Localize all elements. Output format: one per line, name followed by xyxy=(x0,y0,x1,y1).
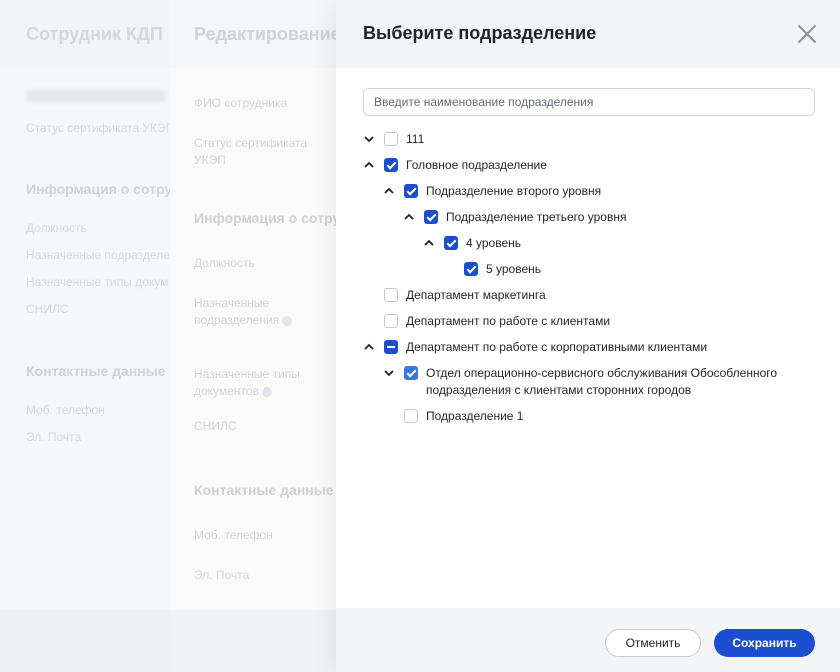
snils-label: СНИЛС xyxy=(26,302,69,316)
employee-card-title: Сотрудник КДП xyxy=(0,0,170,68)
tree-item-label: Подразделение второго уровня xyxy=(426,184,602,198)
tree-item-label: 5 уровень xyxy=(486,262,542,276)
chevron-up-icon[interactable] xyxy=(383,185,395,197)
tree-item-label: Головное подразделение xyxy=(406,158,547,172)
assigned-units-label: Назначенные подразделе xyxy=(26,248,170,262)
tree-checkbox[interactable] xyxy=(404,184,418,198)
tree-item[interactable]: Отдел операционно-сервисного обслуживани… xyxy=(383,363,806,399)
cert-status-label: Статус сертификата УКЭП xyxy=(194,136,308,167)
tree-item-label: Подразделение третьего уровня xyxy=(446,210,627,224)
chevron-up-icon[interactable] xyxy=(363,341,375,353)
tree-item[interactable]: Подразделение третьего уровня xyxy=(403,207,626,229)
tree-checkbox[interactable] xyxy=(404,409,418,423)
tree-item[interactable]: Департамент по работе с клиентами xyxy=(363,311,610,333)
tree-item[interactable]: 5 уровень xyxy=(443,259,541,281)
save-button[interactable]: Сохранить xyxy=(714,629,815,657)
position-label: Должность xyxy=(26,221,87,235)
tree-item[interactable]: 111 xyxy=(363,129,424,151)
tree-item[interactable]: Департамент маркетинга xyxy=(363,285,546,307)
position-label: Должность xyxy=(194,256,255,270)
contacts-section-heading: Контактные данные xyxy=(26,363,166,379)
tree-checkbox[interactable] xyxy=(424,210,438,224)
cancel-button[interactable]: Отменить xyxy=(605,629,701,657)
employee-card-footer xyxy=(0,610,170,672)
tree-checkbox[interactable] xyxy=(384,288,398,302)
modal-footer: Отменить Сохранить xyxy=(336,608,840,672)
tree-item[interactable]: 4 уровень xyxy=(423,233,521,255)
tree-item[interactable]: Подразделение 1 xyxy=(383,406,523,428)
tree-item-label: 111 xyxy=(406,132,425,146)
tree-item-label: Департамент по работе с клиентами xyxy=(406,314,611,328)
assigned-units-label: Назначенные подразделения xyxy=(194,295,294,329)
chevron-up-icon[interactable] xyxy=(363,159,375,171)
help-icon[interactable] xyxy=(282,315,293,326)
email-label: Эл. Почта xyxy=(194,568,250,582)
chevron-down-icon[interactable] xyxy=(383,367,395,379)
tree-item[interactable]: Подразделение второго уровня xyxy=(383,181,601,203)
chevron-up-icon[interactable] xyxy=(403,211,415,223)
assigned-doc-types-label: Назначенные типы докум xyxy=(26,275,169,289)
edit-form-footer xyxy=(170,610,340,672)
cert-status-label: Статус сертификата УКЭП xyxy=(26,121,175,135)
snils-label: СНИЛС xyxy=(194,419,237,433)
edit-form-panel: Редактирование ФИО сотрудника Статус сер… xyxy=(170,0,349,672)
tree-checkbox[interactable] xyxy=(464,262,478,276)
assigned-doc-types-label: Назначенные типы документов xyxy=(194,367,300,398)
select-unit-modal: Выберите подразделение 111 Головное подр… xyxy=(336,0,840,672)
tree-item-label: 4 уровень xyxy=(466,236,522,250)
tree-item-label: Департамент по работе с корпоративными к… xyxy=(406,340,708,354)
tree-item-label: Департамент маркетинга xyxy=(406,288,546,302)
tree-checkbox[interactable] xyxy=(384,132,398,146)
modal-title: Выберите подразделение xyxy=(363,23,597,43)
help-icon[interactable] xyxy=(261,386,272,397)
mobile-label: Моб. телефон xyxy=(26,403,105,417)
tree-checkbox[interactable] xyxy=(404,366,418,380)
employee-name-blurred xyxy=(26,90,166,102)
tree-checkbox[interactable] xyxy=(384,158,398,172)
tree-item-label: Подразделение 1 xyxy=(426,409,524,423)
info-section-heading: Информация о сотрудн xyxy=(26,181,190,197)
tree-item[interactable]: Головное подразделение xyxy=(363,155,547,177)
chevron-up-icon[interactable] xyxy=(423,237,435,249)
close-icon[interactable] xyxy=(796,23,818,45)
info-section-heading: Информация о сотруд xyxy=(194,210,349,226)
tree-item-label: Отдел операционно-сервисного обслуживани… xyxy=(426,366,778,397)
tree-checkbox[interactable] xyxy=(384,314,398,328)
email-label: Эл. Почта xyxy=(26,430,82,444)
tree-checkbox[interactable] xyxy=(444,236,458,250)
fio-label: ФИО сотрудника xyxy=(194,96,288,110)
tree-checkbox[interactable] xyxy=(384,340,398,354)
contacts-section-heading: Контактные данные xyxy=(194,482,334,498)
modal-header: Выберите подразделение xyxy=(336,0,840,68)
edit-form-title: Редактирование xyxy=(170,0,340,68)
mobile-label: Моб. телефон xyxy=(194,528,273,542)
tree-item[interactable]: Департамент по работе с корпоративными к… xyxy=(363,337,707,359)
chevron-down-icon[interactable] xyxy=(363,133,375,145)
unit-search-input[interactable] xyxy=(363,88,815,116)
employee-card-panel: Сотрудник КДП Статус сертификата УКЭП Ин… xyxy=(0,0,189,672)
